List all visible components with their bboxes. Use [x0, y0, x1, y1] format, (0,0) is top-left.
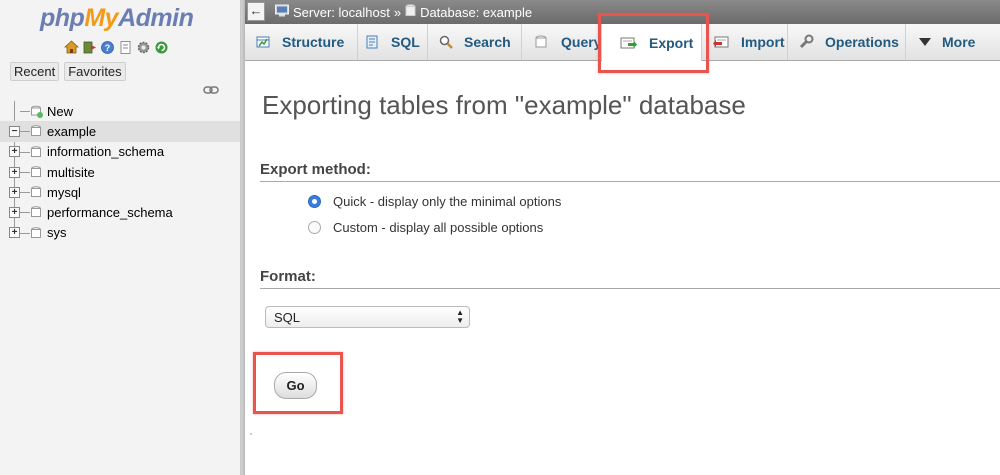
tree-item-information-schema[interactable]: + information_schema [0, 142, 240, 162]
tab-sql[interactable]: SQL [358, 24, 428, 60]
server-icon [275, 4, 289, 20]
custom-radio[interactable] [308, 221, 321, 234]
collapse-icon[interactable]: − [9, 125, 20, 137]
favorites-button[interactable]: Favorites [64, 62, 126, 81]
sidebar-buttons: Recent Favorites [10, 62, 126, 81]
reload-icon[interactable] [154, 40, 169, 55]
svg-text:?: ? [105, 43, 111, 53]
operations-icon [798, 34, 814, 50]
tree-item-mysql[interactable]: + mysql [0, 182, 240, 202]
quick-export-option[interactable]: Quick - display only the minimal options [308, 194, 561, 209]
tree-item-new[interactable]: New [0, 101, 240, 121]
breadcrumb-database[interactable]: Database: example [420, 5, 532, 20]
database-tree: New − example + information_schema + mul… [0, 101, 240, 243]
breadcrumb: Server: localhost » Database: example [275, 4, 532, 20]
tree-connector [20, 151, 30, 153]
database-icon [30, 166, 42, 178]
tree-item-performance-schema[interactable]: + performance_schema [0, 202, 240, 222]
highlight-export-tab [598, 13, 709, 73]
settings-icon[interactable] [136, 40, 151, 55]
database-icon [30, 145, 42, 158]
tree-connector [20, 111, 30, 112]
phpmyadmin-logo[interactable]: phpMyAdmin [40, 4, 194, 33]
new-db-icon [30, 105, 43, 118]
search-icon [439, 35, 453, 49]
format-select-value: SQL [274, 310, 301, 325]
quick-radio[interactable] [308, 195, 321, 208]
docs-icon[interactable] [118, 40, 133, 55]
page-title: Exporting tables from "example" database [262, 90, 746, 120]
custom-export-option[interactable]: Custom - display all possible options [308, 220, 543, 235]
dot-divider [250, 433, 252, 435]
quick-icons: ? [64, 40, 169, 55]
expand-icon[interactable]: + [9, 166, 20, 178]
tree-connector [20, 171, 30, 173]
custom-radio-label[interactable]: Custom - display all possible options [333, 220, 543, 235]
tree-connector [20, 212, 30, 214]
database-icon [30, 125, 42, 137]
database-icon [405, 4, 416, 20]
sql-icon [364, 34, 380, 50]
tab-more[interactable]: More [906, 24, 986, 60]
tree-item-example[interactable]: − example [0, 121, 240, 142]
logout-icon[interactable] [82, 40, 97, 55]
structure-icon [255, 34, 271, 50]
select-arrows-icon: ▲ ▼ [456, 308, 464, 325]
collapse-sidebar-button[interactable]: ← [247, 2, 265, 21]
quick-radio-label[interactable]: Quick - display only the minimal options [333, 194, 561, 209]
tab-import[interactable]: Import [702, 24, 788, 60]
chevron-down-icon [919, 37, 931, 47]
database-icon [30, 186, 42, 198]
format-heading: Format: [260, 268, 1000, 289]
tree-connector [20, 192, 30, 194]
tree-connector [20, 232, 30, 234]
expand-icon[interactable]: + [9, 227, 20, 239]
highlight-go-button [253, 352, 343, 414]
tab-query[interactable]: Query [522, 24, 602, 60]
database-icon [30, 226, 42, 239]
expand-icon[interactable]: + [9, 207, 20, 219]
format-select[interactable]: SQL ▲ ▼ [265, 306, 470, 328]
help-icon[interactable]: ? [100, 40, 115, 55]
database-icon [30, 206, 42, 218]
tree-item-multisite[interactable]: + multisite [0, 162, 240, 182]
navigation-sidebar: phpMyAdmin ? Recent Favorites New − exam… [0, 0, 240, 475]
tree-item-sys[interactable]: + sys [0, 223, 240, 243]
main-content: Exporting tables from "example" database… [245, 61, 1000, 475]
query-icon [535, 35, 547, 49]
export-method-heading: Export method: [260, 161, 1000, 182]
expand-icon[interactable]: + [9, 146, 20, 158]
expand-icon[interactable]: + [9, 186, 20, 198]
breadcrumb-separator: » [393, 4, 402, 20]
tab-search[interactable]: Search [428, 24, 522, 60]
link-icon[interactable] [203, 83, 219, 98]
tab-structure[interactable]: Structure [255, 24, 358, 60]
recent-button[interactable]: Recent [10, 62, 60, 81]
home-icon[interactable] [64, 40, 79, 55]
breadcrumb-server[interactable]: Server: localhost [293, 5, 390, 20]
tab-operations[interactable]: Operations [788, 24, 906, 60]
import-icon [712, 35, 730, 49]
tree-connector [20, 131, 30, 133]
